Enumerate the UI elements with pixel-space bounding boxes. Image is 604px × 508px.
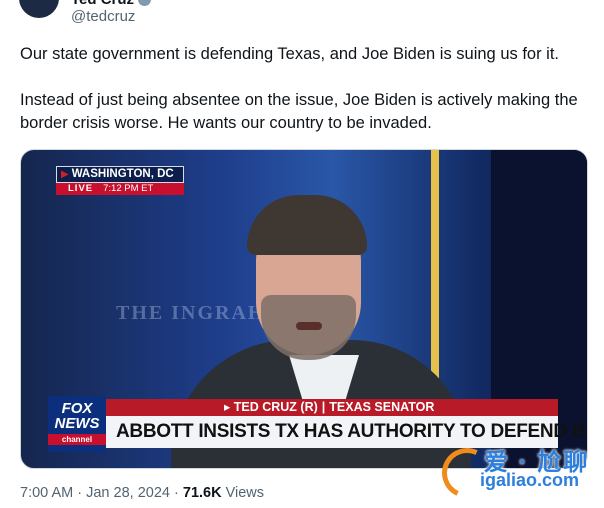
logo-line-fox: FOX xyxy=(61,400,93,417)
arrow-icon: ▶ xyxy=(61,169,69,180)
logo-line-channel: channel xyxy=(48,434,106,445)
verified-badge-icon xyxy=(138,0,152,6)
broadcast-time: 7:12 PM ET xyxy=(99,183,184,195)
speaker-title: TEXAS SENATOR xyxy=(329,400,435,414)
speaker-mouth xyxy=(296,322,322,330)
tweet-meta: 7:00 AM · Jan 28, 2024 · 71.6K Views xyxy=(20,485,264,501)
watermark-url: igaliao.com xyxy=(480,470,580,490)
tweet-text: Our state government is defending Texas,… xyxy=(20,43,590,135)
location-text: WASHINGTON, DC xyxy=(71,168,174,180)
tweet-date[interactable]: Jan 28, 2024 xyxy=(86,485,170,501)
tweet-paragraph: Instead of just being absentee on the is… xyxy=(20,91,578,132)
tweet-paragraph: Our state government is defending Texas,… xyxy=(20,45,560,63)
speaker-hair xyxy=(247,195,367,255)
tweet-media-image[interactable]: THE INGRAHAM ▶ WASHINGTON, DC LIVE 7:12 … xyxy=(20,149,588,469)
speaker-name: TED CRUZ (R) xyxy=(233,400,318,414)
live-badge: LIVE xyxy=(56,183,100,195)
display-name[interactable]: Ted Cruz xyxy=(71,0,152,8)
tweet: Ted Cruz @tedcruz Our state government i… xyxy=(0,0,604,508)
logo-line-news: NEWS xyxy=(54,415,100,432)
watermark: 爱 · 尬聊 igaliao.com xyxy=(434,440,600,506)
avatar[interactable] xyxy=(19,0,59,18)
views-count[interactable]: 71.6K xyxy=(183,485,222,501)
caption-arrow-icon: ▸ xyxy=(224,400,234,414)
user-handle[interactable]: @tedcruz xyxy=(71,8,135,25)
meta-separator: · xyxy=(174,485,179,501)
location-bug: ▶ WASHINGTON, DC LIVE 7:12 PM ET xyxy=(56,166,184,195)
caption-separator: | xyxy=(321,400,326,414)
tweet-time[interactable]: 7:00 AM xyxy=(20,485,73,501)
views-label[interactable]: Views xyxy=(226,485,264,501)
meta-separator: · xyxy=(77,485,83,501)
fox-news-logo: FOX NEWS channel xyxy=(48,396,106,452)
display-name-text[interactable]: Ted Cruz xyxy=(71,0,134,8)
speaker-caption: ▸ TED CRUZ (R) | TEXAS SENATOR xyxy=(106,399,558,416)
